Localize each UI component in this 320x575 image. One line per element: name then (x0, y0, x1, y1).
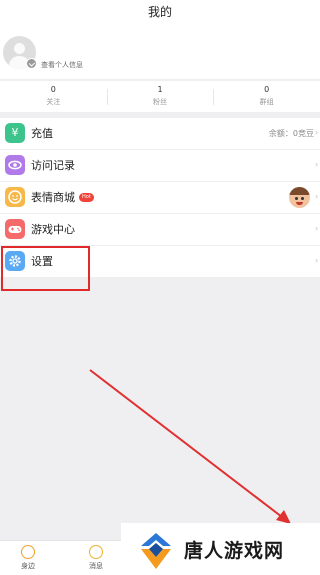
watermark-banner: 唐人游戏网 (121, 523, 320, 575)
compass-icon (21, 545, 35, 559)
tab-nearby[interactable]: 身边 (8, 541, 48, 571)
watermark-text: 唐人游戏网 (184, 540, 285, 562)
tab-messages[interactable]: 消息 (76, 541, 116, 571)
watermark-logo-icon (141, 533, 171, 569)
annotation-arrow (89, 369, 291, 524)
tab-messages-label: 消息 (89, 562, 103, 570)
chat-bubble-icon (89, 545, 103, 559)
tab-nearby-label: 身边 (21, 562, 35, 570)
